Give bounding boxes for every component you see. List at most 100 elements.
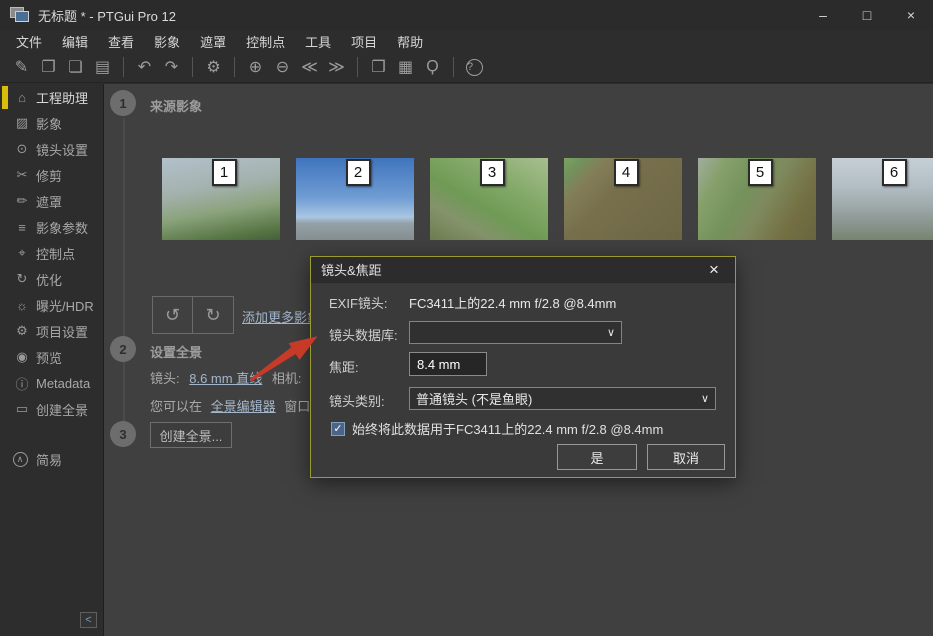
sidebar-item-create-panorama[interactable]: ▭ 创建全景 bbox=[0, 396, 103, 422]
menu-item-control-points[interactable]: 控制点 bbox=[236, 30, 295, 53]
sidebar-item-simple-mode[interactable]: ∧ 简易 bbox=[0, 446, 103, 472]
yes-button[interactable]: 是 bbox=[557, 444, 637, 470]
source-images-heading: 来源影象 bbox=[150, 96, 202, 115]
home-icon: ⌂ bbox=[12, 90, 32, 105]
tip-prefix: 您可以在 bbox=[150, 399, 202, 414]
window-title: 无标题 * - PTGui Pro 12 bbox=[38, 6, 176, 25]
sidebar-item-images[interactable]: ▨ 影象 bbox=[0, 110, 103, 136]
source-image-thumbnail[interactable]: 6 bbox=[832, 158, 933, 240]
rotate-ccw-icon[interactable]: ↺ bbox=[152, 296, 193, 334]
sidebar-item-project-settings[interactable]: ⚙ 项目设置 bbox=[0, 318, 103, 344]
open-project-icon[interactable]: ❐ bbox=[35, 54, 62, 80]
sidebar-item-image-parameters[interactable]: ≡ 影象参数 bbox=[0, 214, 103, 240]
image-number-badge: 5 bbox=[748, 159, 773, 186]
crop-icon: ✂ bbox=[12, 167, 32, 183]
next-image-icon[interactable]: ≫ bbox=[323, 54, 350, 80]
toolbar-separator bbox=[357, 57, 358, 77]
rotate-controls: ↺ ↻ bbox=[152, 296, 234, 334]
close-button[interactable]: × bbox=[889, 0, 933, 30]
panorama-editor-link[interactable]: 全景编辑器 bbox=[211, 399, 276, 414]
sidebar-item-project-assistant[interactable]: ⌂ 工程助理 bbox=[0, 84, 103, 110]
lens-label: 镜头: bbox=[150, 371, 180, 386]
sidebar-item-optimizer[interactable]: ↻ 优化 bbox=[0, 266, 103, 292]
sidebar-item-lens-settings[interactable]: ⊙ 镜头设置 bbox=[0, 136, 103, 162]
menu-item-mask[interactable]: 遮罩 bbox=[190, 30, 236, 53]
dialog-title: 镜头&焦距 bbox=[321, 260, 382, 279]
image-number-badge: 2 bbox=[346, 159, 371, 186]
lens-type-label: 镜头类别: bbox=[329, 391, 385, 410]
sidebar-item-crop[interactable]: ✂ 修剪 bbox=[0, 162, 103, 188]
menu-bar: 文件 编辑 查看 影象 遮罩 控制点 工具 项目 帮助 bbox=[0, 30, 933, 52]
toolbar: ✎ ❐ ❏ ▤ ↶ ↷ ⚙ ⊕ ⊖ ≪ ≫ ❒ ▦ Ϙ ? bbox=[0, 52, 933, 83]
source-image-thumbnail[interactable]: 1 bbox=[162, 158, 280, 240]
sidebar-item-mask[interactable]: ✏ 遮罩 bbox=[0, 188, 103, 214]
undo-icon[interactable]: ↶ bbox=[131, 54, 158, 80]
menu-item-file[interactable]: 文件 bbox=[6, 30, 52, 53]
lens-type-select[interactable]: 普通镜头 (不是鱼眼) ∨ bbox=[409, 387, 716, 410]
sidebar-item-metadata[interactable]: ⓘ Metadata bbox=[0, 370, 103, 396]
toolbar-separator bbox=[234, 57, 235, 77]
always-use-checkbox[interactable]: ✓ bbox=[331, 422, 345, 436]
create-panorama-button[interactable]: 创建全景... bbox=[150, 422, 232, 448]
source-image-thumbnail[interactable]: 5 bbox=[698, 158, 816, 240]
step-2-badge: 2 bbox=[110, 336, 136, 362]
eye-icon: ◉ bbox=[12, 349, 32, 365]
info-icon: ⓘ bbox=[12, 374, 32, 393]
edit-project-icon[interactable]: ✎ bbox=[8, 54, 35, 80]
rotate-cw-icon[interactable]: ↻ bbox=[193, 296, 234, 334]
chevron-down-icon: ∨ bbox=[701, 392, 709, 405]
copy-project-icon[interactable]: ❏ bbox=[62, 54, 89, 80]
menu-item-view[interactable]: 查看 bbox=[98, 30, 144, 53]
optimize-icon: ↻ bbox=[12, 271, 32, 287]
source-image-thumbnail[interactable]: 3 bbox=[430, 158, 548, 240]
setup-panorama-heading: 设置全景 bbox=[150, 342, 202, 361]
help-icon[interactable]: ? bbox=[461, 54, 488, 80]
image-icon: ▨ bbox=[12, 115, 32, 131]
dialog-title-bar: 镜头&焦距 × bbox=[311, 257, 735, 283]
image-number-badge: 1 bbox=[212, 159, 237, 186]
sidebar-item-preview[interactable]: ◉ 预览 bbox=[0, 344, 103, 370]
menu-item-images[interactable]: 影象 bbox=[144, 30, 190, 53]
gear-icon: ⚙ bbox=[12, 323, 32, 339]
panorama-editor-icon[interactable]: ❒ bbox=[365, 54, 392, 80]
source-image-thumbnail[interactable]: 2 bbox=[296, 158, 414, 240]
focal-length-label: 焦距: bbox=[329, 357, 359, 376]
menu-item-project[interactable]: 项目 bbox=[341, 30, 387, 53]
always-use-label: 始终将此数据用于FC3411上的22.4 mm f/2.8 @8.4mm bbox=[352, 419, 663, 438]
menu-item-help[interactable]: 帮助 bbox=[387, 30, 433, 53]
title-bar: 无标题 * - PTGui Pro 12 – □ × bbox=[0, 0, 933, 30]
camera-icon: ⊙ bbox=[12, 141, 32, 157]
zoom-out-icon[interactable]: ⊖ bbox=[269, 54, 296, 80]
app-icon bbox=[10, 7, 30, 23]
focal-length-input[interactable] bbox=[409, 352, 487, 376]
dialog-close-icon[interactable]: × bbox=[703, 260, 725, 280]
toolbar-separator bbox=[123, 57, 124, 77]
check-icon: ✓ bbox=[333, 423, 342, 435]
maximize-button[interactable]: □ bbox=[845, 0, 889, 30]
toolbar-separator bbox=[192, 57, 193, 77]
save-project-icon[interactable]: ▤ bbox=[89, 54, 116, 80]
lens-type-value: 普通镜头 (不是鱼眼) bbox=[416, 389, 532, 408]
menu-item-edit[interactable]: 编辑 bbox=[52, 30, 98, 53]
menu-item-tools[interactable]: 工具 bbox=[295, 30, 341, 53]
lightbulb-icon[interactable]: Ϙ bbox=[419, 54, 446, 80]
exif-lens-value: FC3411上的22.4 mm f/2.8 @8.4mm bbox=[409, 293, 616, 312]
panorama-icon: ▭ bbox=[12, 401, 32, 417]
lens-database-select[interactable]: ∨ bbox=[409, 321, 622, 344]
detail-viewer-icon[interactable]: ▦ bbox=[392, 54, 419, 80]
zoom-in-icon[interactable]: ⊕ bbox=[242, 54, 269, 80]
sidebar-item-exposure-hdr[interactable]: ☼ 曝光/HDR bbox=[0, 292, 103, 318]
step-1-badge: 1 bbox=[110, 90, 136, 116]
chevron-up-icon: ∧ bbox=[12, 452, 32, 467]
settings-gear-icon[interactable]: ⚙ bbox=[200, 54, 227, 80]
minimize-button[interactable]: – bbox=[801, 0, 845, 30]
cancel-button[interactable]: 取消 bbox=[647, 444, 725, 470]
previous-image-icon[interactable]: ≪ bbox=[296, 54, 323, 80]
sidebar-collapse-button[interactable]: < bbox=[80, 612, 97, 628]
sidebar-item-control-points[interactable]: ⌖ 控制点 bbox=[0, 240, 103, 266]
source-image-thumbnail[interactable]: 4 bbox=[564, 158, 682, 240]
control-points-icon: ⌖ bbox=[12, 245, 32, 261]
ptgui-window: 无标题 * - PTGui Pro 12 – □ × 文件 编辑 查看 影象 遮… bbox=[0, 0, 933, 636]
redo-icon[interactable]: ↷ bbox=[158, 54, 185, 80]
thumbnail-row: 1 2 3 4 5 6 bbox=[162, 158, 933, 240]
